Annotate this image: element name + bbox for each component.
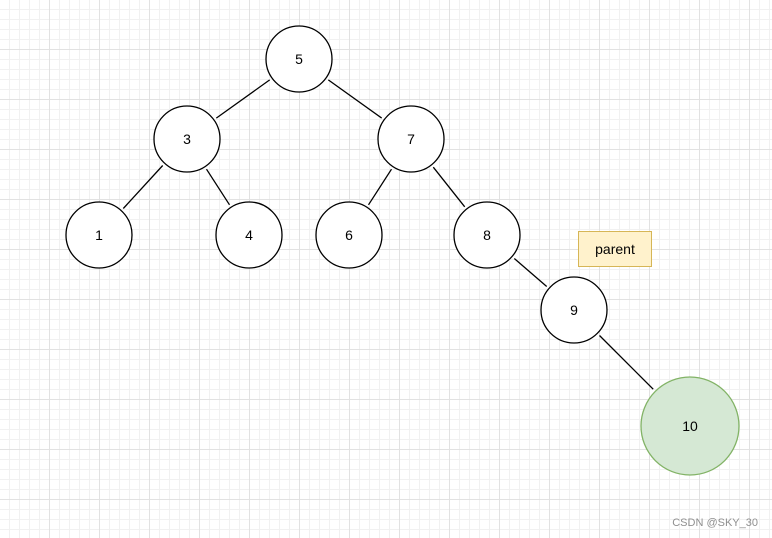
tree-node-9: 9 bbox=[540, 276, 608, 344]
node-label-4: 4 bbox=[245, 227, 253, 243]
tree-node-5: 5 bbox=[265, 25, 333, 93]
tree-node-3: 3 bbox=[153, 105, 221, 173]
edge-n8-n9 bbox=[513, 258, 548, 287]
node-label-5: 5 bbox=[295, 51, 303, 67]
edge-n9-n10 bbox=[599, 335, 654, 390]
tree-node-7: 7 bbox=[377, 105, 445, 173]
tree-diagram: 5 3 7 1 4 6 8 9 10 bbox=[65, 25, 740, 476]
edge-n5-n7 bbox=[327, 79, 383, 119]
node-label-10: 10 bbox=[682, 418, 698, 434]
tree-node-4: 4 bbox=[215, 201, 283, 269]
tree-node-6: 6 bbox=[315, 201, 383, 269]
node-label-8: 8 bbox=[483, 227, 491, 243]
node-label-1: 1 bbox=[95, 227, 103, 243]
tree-node-8: 8 bbox=[453, 201, 521, 269]
edge-n3-n1 bbox=[122, 165, 164, 209]
tree-node-10: 10 bbox=[640, 376, 740, 476]
node-label-7: 7 bbox=[407, 131, 415, 147]
tree-node-1: 1 bbox=[65, 201, 133, 269]
edge-n7-n8 bbox=[432, 166, 466, 208]
edge-n3-n4 bbox=[205, 168, 231, 206]
node-label-6: 6 bbox=[345, 227, 353, 243]
edge-n5-n3 bbox=[215, 79, 271, 119]
watermark: CSDN @SKY_30 bbox=[672, 517, 758, 529]
parent-label: parent bbox=[578, 231, 652, 267]
node-label-3: 3 bbox=[183, 131, 191, 147]
edge-n7-n6 bbox=[367, 168, 393, 206]
node-label-9: 9 bbox=[570, 302, 578, 318]
